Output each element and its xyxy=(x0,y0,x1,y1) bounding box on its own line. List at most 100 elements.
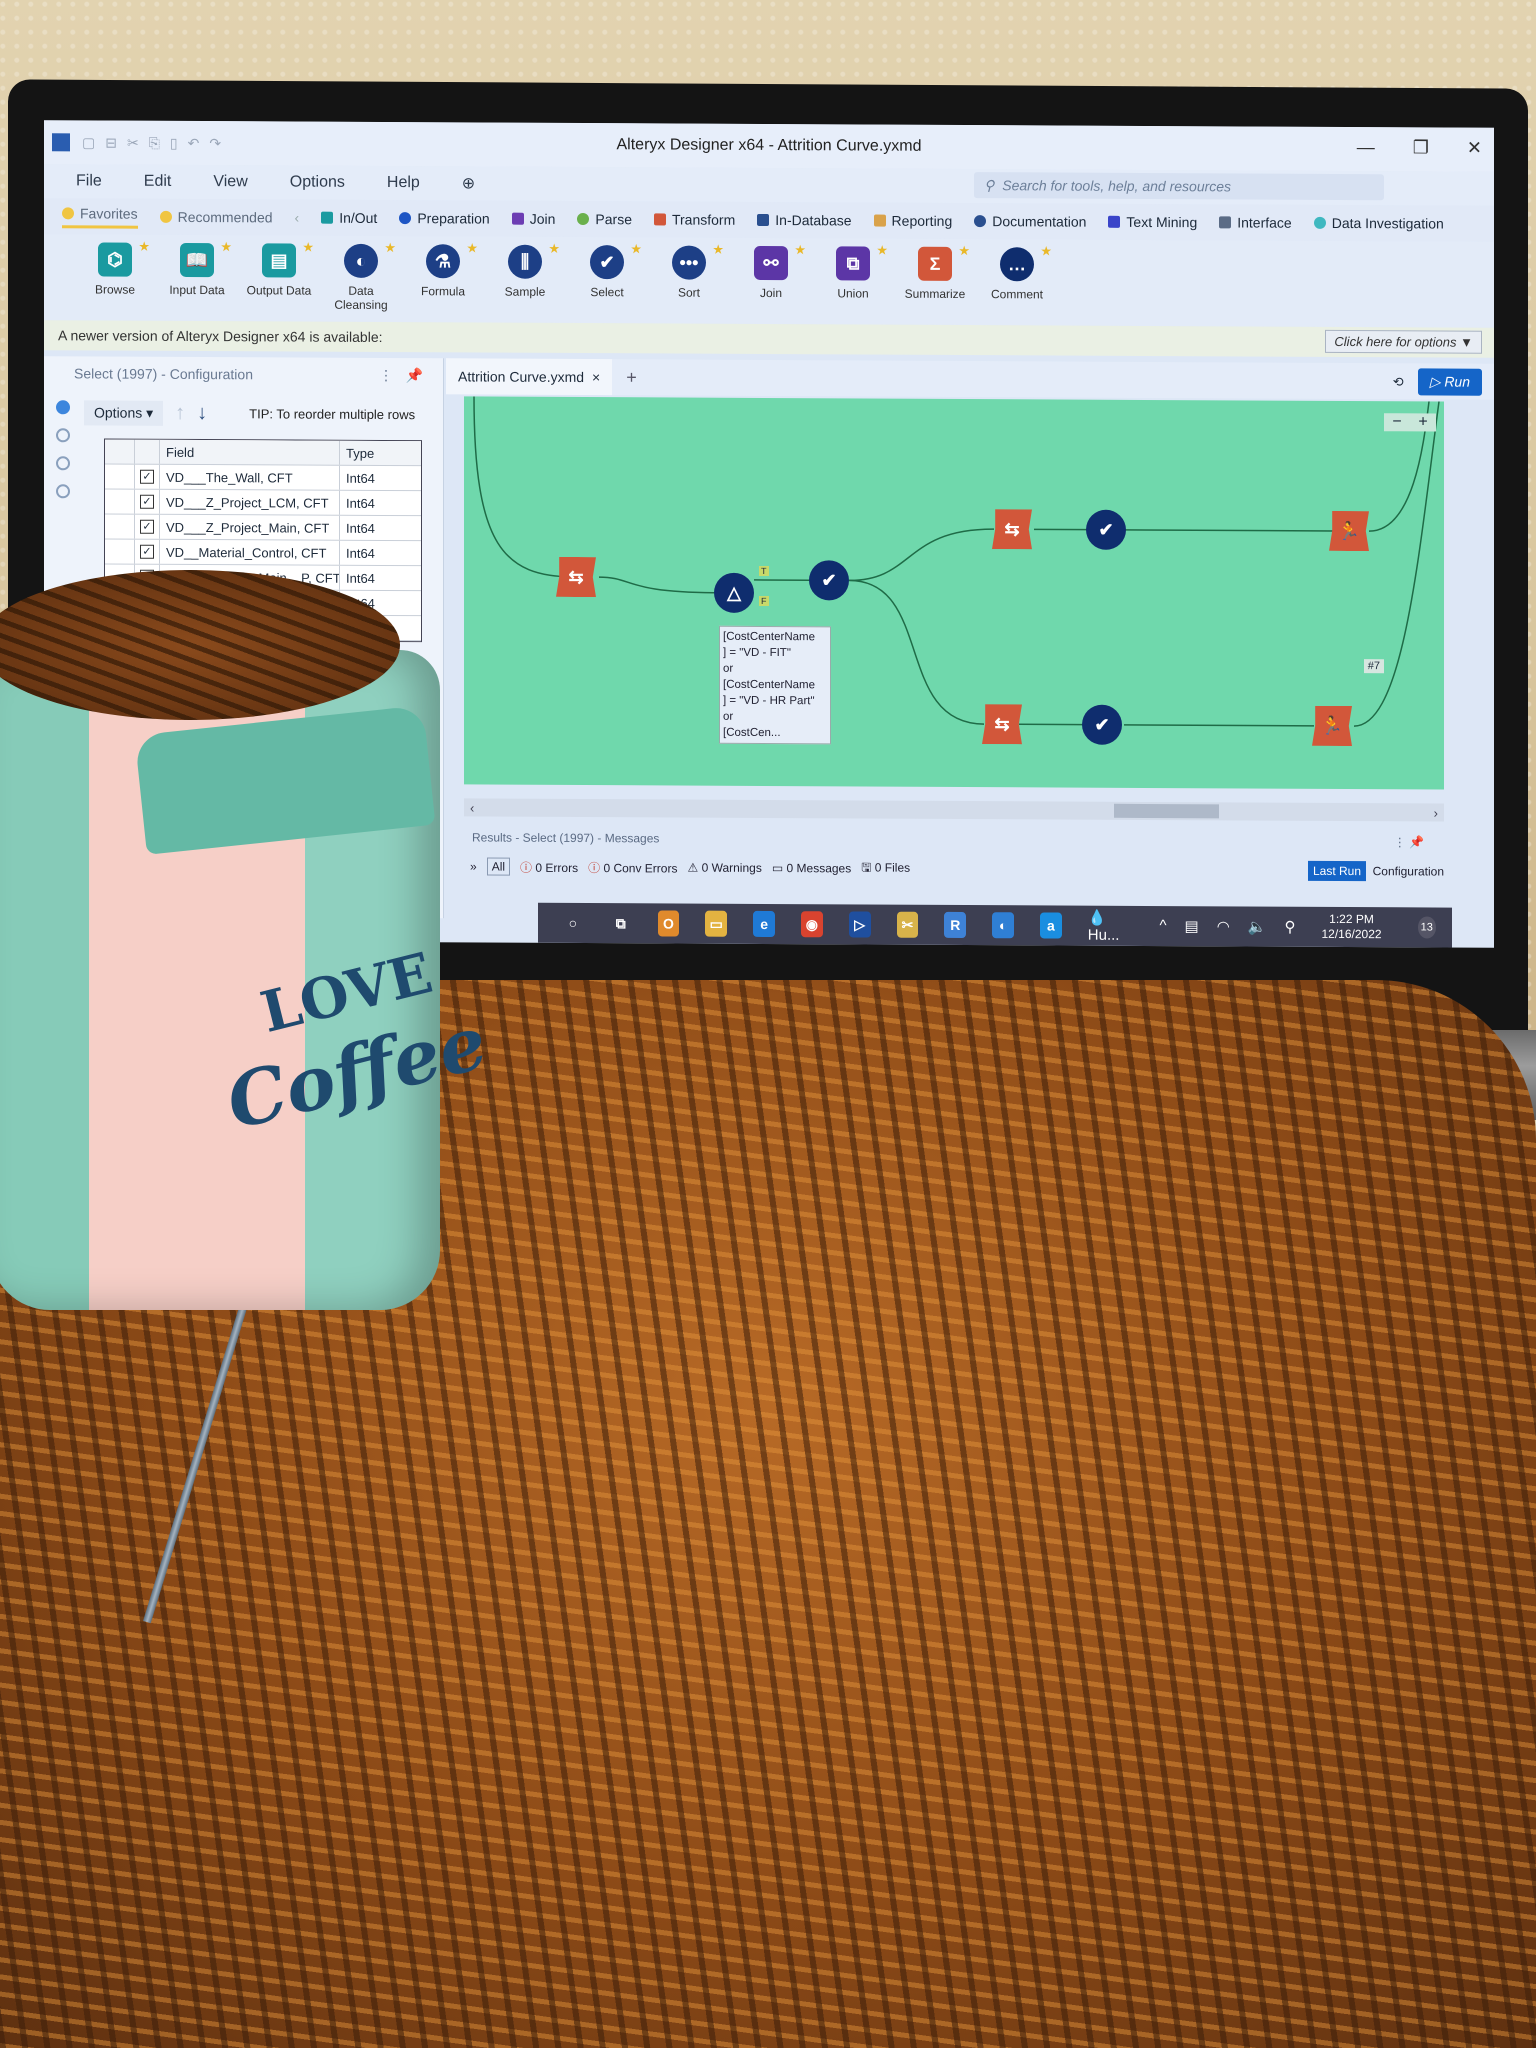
category-tab-transform[interactable]: Transform xyxy=(653,211,735,228)
cut-icon[interactable]: ✂ xyxy=(127,134,139,151)
category-tab-text-mining[interactable]: Text Mining xyxy=(1108,214,1197,230)
category-tab-favorites[interactable]: Favorites xyxy=(62,204,138,229)
config-tab-annotation-icon[interactable] xyxy=(56,428,70,443)
power-automate-icon[interactable]: ▷ xyxy=(848,911,871,938)
scrollbar-thumb[interactable] xyxy=(1114,803,1219,819)
new-tab-button[interactable]: + xyxy=(626,367,637,388)
alteryx-app-icon[interactable]: ◐ xyxy=(992,912,1014,939)
category-tab-data-investigation[interactable]: Data Investigation xyxy=(1313,215,1444,232)
notification-center-icon[interactable]: 13 xyxy=(1417,916,1436,939)
tool-select[interactable]: ★ ✔ Select xyxy=(566,241,648,299)
category-scroll-left-icon[interactable]: ‹ xyxy=(295,210,300,226)
paste-icon[interactable]: ▯ xyxy=(170,134,178,151)
category-tab-reporting[interactable]: Reporting xyxy=(873,213,952,229)
tab-close-icon[interactable]: × xyxy=(592,369,600,385)
menu-file[interactable]: File xyxy=(76,172,102,190)
tool-comment[interactable]: ★ … Comment xyxy=(976,243,1058,301)
workflow-canvas[interactable]: ⇆ △ T F ✔ ⇆ ✔ 🏃 ⇆ ✔ 🏃 [CostCenterName ] … xyxy=(464,396,1444,790)
row-selector[interactable] xyxy=(105,489,135,514)
scroll-left-icon[interactable]: ‹ xyxy=(470,800,474,815)
menu-help[interactable]: Help xyxy=(387,174,420,192)
field-type[interactable]: Int64 xyxy=(339,515,421,541)
dynamic-rename-tool-node[interactable]: ⇆ xyxy=(556,557,596,597)
undo-icon[interactable]: ↶ xyxy=(188,134,200,151)
search-input[interactable]: ⚲ Search for tools, help, and resources xyxy=(974,172,1384,201)
file-explorer-icon[interactable]: ▭ xyxy=(705,910,728,937)
tool-data-cleansing[interactable]: ★ ◐ Data Cleansing xyxy=(320,240,402,312)
menu-options[interactable]: Options xyxy=(290,173,345,191)
tool-output-data[interactable]: ★ ▤ Output Data xyxy=(238,240,320,298)
config-tab-tag-icon[interactable] xyxy=(56,456,70,471)
show-hidden-icons-icon[interactable]: ^ xyxy=(1159,917,1166,935)
network-drive-icon[interactable]: ▤ xyxy=(1185,917,1199,935)
tableau-prep-icon[interactable]: ✂ xyxy=(896,911,919,938)
warnings-filter[interactable]: ⚠ 0 Warnings xyxy=(687,861,761,875)
configuration-tab[interactable]: Configuration xyxy=(1373,864,1444,878)
errors-filter[interactable]: ⓘ 0 Errors xyxy=(520,858,578,875)
category-tab-in-database[interactable]: In-Database xyxy=(757,212,852,228)
save-icon[interactable]: ⊟ xyxy=(105,134,117,151)
field-row[interactable]: ✓ VD___Z_Project_LCM, CFT Int64 xyxy=(105,489,421,517)
tab-attrition-curve[interactable]: Attrition Curve.yxmd × xyxy=(446,358,613,396)
scroll-right-icon[interactable]: › xyxy=(1434,805,1438,820)
messages-filter[interactable]: ▭ 0 Messages xyxy=(772,861,851,875)
r-app-icon[interactable]: R xyxy=(944,911,967,939)
weather-widget[interactable]: 💧 Hu... xyxy=(1088,908,1134,943)
dynamic-rename-tool-node[interactable]: ⇆ xyxy=(982,704,1022,744)
field-row[interactable]: ✓ VD___Z_Project_Main, CFT Int64 xyxy=(105,514,421,542)
column-header-type[interactable]: Type xyxy=(339,440,421,466)
wifi-icon[interactable]: ◠ xyxy=(1217,917,1230,935)
copy-icon[interactable]: ⎘ xyxy=(149,134,160,151)
tool-summarize[interactable]: ★ Σ Summarize xyxy=(894,243,976,301)
results-more-icon[interactable]: ⋮ 📌 xyxy=(1394,835,1424,849)
tool-formula[interactable]: ★ ⚗ Formula xyxy=(402,240,484,298)
field-checkbox[interactable]: ✓ xyxy=(140,469,154,484)
move-up-icon[interactable]: ↑ xyxy=(175,402,185,425)
field-type[interactable]: Int64 xyxy=(339,540,421,566)
new-icon[interactable]: ▢ xyxy=(82,134,95,151)
filter-true-anchor[interactable]: T xyxy=(759,565,769,576)
category-tab-interface[interactable]: Interface xyxy=(1219,214,1292,231)
menu-edit[interactable]: Edit xyxy=(144,173,172,191)
category-tab-join[interactable]: Join xyxy=(511,211,555,227)
pin-icon[interactable]: 📌 xyxy=(406,367,423,384)
history-icon[interactable]: ⟲ xyxy=(1393,374,1404,390)
run-button[interactable]: ▷ Run xyxy=(1417,368,1482,396)
category-tab-parse[interactable]: Parse xyxy=(577,211,632,227)
category-tab-documentation[interactable]: Documentation xyxy=(974,213,1086,230)
menu-view[interactable]: View xyxy=(213,173,247,191)
filter-all-button[interactable]: All xyxy=(486,857,511,876)
field-row[interactable]: ✓ VD__Material_Control, CFT Int64 xyxy=(105,539,421,567)
select-tool-node[interactable]: ✔ xyxy=(1086,509,1126,550)
chrome-icon[interactable]: ◉ xyxy=(800,911,823,938)
tool-union[interactable]: ★ ⧉ Union xyxy=(812,243,894,301)
category-tab-preparation[interactable]: Preparation xyxy=(399,210,490,227)
select-tool-node[interactable]: ✔ xyxy=(809,560,849,601)
field-checkbox[interactable]: ✓ xyxy=(140,544,154,559)
outlook-icon[interactable]: O xyxy=(657,910,680,937)
row-selector[interactable] xyxy=(105,464,135,489)
restore-button[interactable]: ❐ xyxy=(1413,137,1429,158)
redo-icon[interactable]: ↷ xyxy=(209,135,221,152)
category-tab-in-out[interactable]: In/Out xyxy=(321,210,377,226)
config-tab-settings-icon[interactable] xyxy=(56,400,70,415)
dynamic-rename-tool-node[interactable]: ⇆ xyxy=(992,509,1032,549)
filter-tool-node[interactable]: △ xyxy=(714,572,754,613)
field-type[interactable]: Int64 xyxy=(339,565,421,591)
conv-errors-filter[interactable]: ⓘ 0 Conv Errors xyxy=(588,859,677,876)
system-clock[interactable]: 1:22 PM 12/16/2022 xyxy=(1322,912,1382,942)
volume-icon[interactable]: 🔈 xyxy=(1248,918,1267,936)
internet-explorer-icon[interactable]: e xyxy=(753,910,775,938)
field-checkbox[interactable]: ✓ xyxy=(140,494,154,509)
move-down-icon[interactable]: ↓ xyxy=(197,402,207,425)
expand-icon[interactable]: » xyxy=(470,859,477,873)
files-filter[interactable]: 🖫 0 Files xyxy=(861,858,910,879)
filter-false-anchor[interactable]: F xyxy=(759,595,769,606)
config-tab-help-icon[interactable] xyxy=(56,484,70,499)
alteryx-a-app-icon[interactable]: a xyxy=(1039,912,1062,939)
block-until-done-tool-node[interactable]: 🏃 xyxy=(1312,706,1352,746)
tool-input-data[interactable]: ★ 📖 Input Data xyxy=(156,239,238,297)
category-tab-recommended[interactable]: Recommended xyxy=(159,209,273,225)
column-header-field[interactable]: Field xyxy=(159,439,339,465)
more-options-icon[interactable]: ⋮ xyxy=(379,366,393,383)
